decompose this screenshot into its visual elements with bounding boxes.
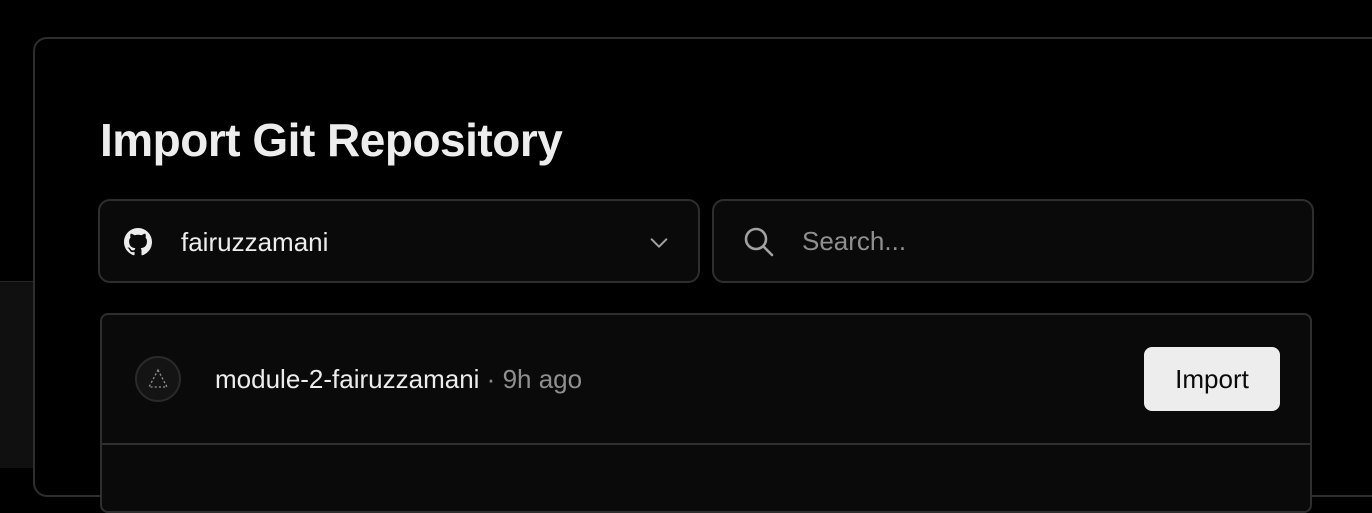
background-panel — [0, 281, 34, 468]
repository-row: module-2-fairuzzamani · 9h ago Import — [102, 315, 1310, 445]
import-button[interactable]: Import — [1144, 347, 1280, 411]
chevron-down-icon — [650, 238, 668, 248]
repo-updated-time: 9h ago — [502, 364, 583, 394]
selected-scope: fairuzzamani — [181, 227, 329, 257]
repository-list: module-2-fairuzzamani · 9h ago Import — [100, 313, 1312, 513]
search-icon — [744, 227, 774, 257]
separator: · — [479, 364, 503, 394]
page-title: Import Git Repository — [100, 114, 563, 166]
repo-info: module-2-fairuzzamani · 9h ago — [215, 363, 582, 395]
search-box — [712, 199, 1314, 283]
vercel-triangle-icon — [147, 368, 169, 388]
repo-avatar — [135, 356, 181, 402]
repo-name: module-2-fairuzzamani — [215, 364, 480, 394]
search-input[interactable] — [802, 221, 1282, 261]
git-scope-select[interactable]: fairuzzamani — [98, 199, 700, 283]
github-icon — [124, 228, 152, 256]
